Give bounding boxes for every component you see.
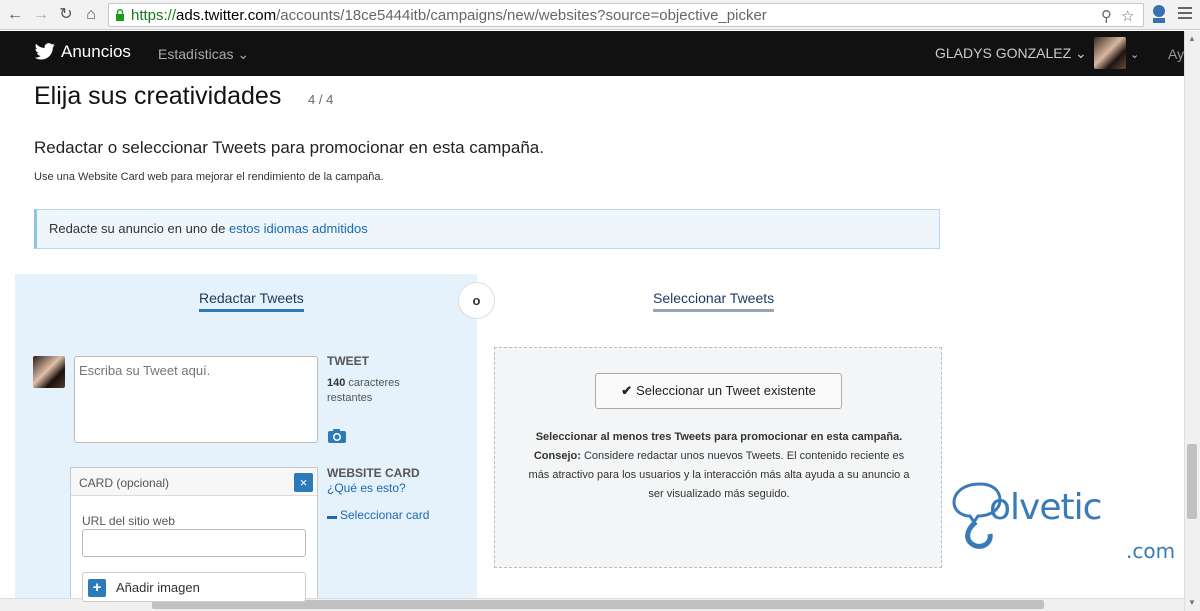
tab-compose-tweets[interactable]: Redactar Tweets — [199, 290, 304, 312]
user-menu[interactable]: GLADYS GONZALEZ ⌄ — [935, 45, 1087, 62]
page-subtitle: Redactar o seleccionar Tweets para promo… — [34, 138, 544, 157]
add-image-label: Añadir imagen — [116, 580, 200, 595]
avatar[interactable] — [1094, 37, 1126, 69]
card-header-label: CARD (opcional) — [79, 476, 170, 490]
watermark-text: olvetic — [989, 487, 1102, 528]
vertical-scrollbar[interactable] — [1184, 31, 1200, 611]
back-icon[interactable]: ← — [6, 6, 24, 24]
character-count: 140 caracteres restantes — [327, 377, 400, 404]
or-divider: o — [458, 282, 495, 319]
language-notice: Redacte su anuncio en uno de estos idiom… — [34, 209, 940, 249]
user-name: GLADYS GONZALEZ — [935, 45, 1072, 61]
tweet-input[interactable] — [74, 356, 318, 443]
card-icon: ▬ — [327, 511, 337, 522]
chevron-down-icon[interactable]: ⌄ — [1130, 48, 1139, 61]
chevron-down-icon: ⌄ — [1075, 45, 1087, 61]
stats-label: Estadísticas — [158, 46, 234, 62]
solvetic-watermark: olvetic .com — [950, 478, 1175, 568]
chevron-down-icon: ⌄ — [237, 46, 250, 62]
ads-navbar: Anuncios Estadísticas ⌄ GLADYS GONZALEZ … — [0, 31, 1184, 76]
reload-icon[interactable]: ↻ — [57, 6, 75, 24]
scroll-down-icon[interactable]: ▼ — [1188, 598, 1196, 607]
url-label: URL del sitio web — [82, 514, 175, 528]
brand-label: Anuncios — [61, 42, 131, 61]
zoom-icon[interactable]: ⚲ — [1101, 7, 1112, 25]
what-is-this-link[interactable]: ¿Qué es esto? — [327, 481, 406, 495]
step-indicator: 4 / 4 — [308, 92, 334, 107]
url-text: https://ads.twitter.com/accounts/18ce544… — [131, 7, 767, 24]
lock-icon — [116, 9, 124, 21]
website-card-label: WEBSITE CARD — [327, 466, 420, 480]
help-link[interactable]: Ay — [1168, 46, 1184, 62]
checkmark-icon: ✔ — [621, 383, 633, 398]
stats-menu[interactable]: Estadísticas ⌄ — [158, 46, 249, 63]
notice-text: Redacte su anuncio en uno de estos idiom… — [49, 221, 368, 236]
select-card-link[interactable]: ▬ Seleccionar card — [327, 508, 429, 522]
add-image-button[interactable]: + Añadir imagen — [82, 572, 306, 602]
close-icon[interactable]: × — [294, 473, 313, 492]
website-url-input[interactable] — [82, 529, 306, 557]
address-bar[interactable]: https://ads.twitter.com/accounts/18ce544… — [108, 3, 1144, 27]
page-title: Elija sus creatividades — [34, 82, 282, 110]
page-hint: Use una Website Card web para mejorar el… — [34, 171, 384, 183]
languages-link[interactable]: estos idiomas admitidos — [229, 221, 368, 236]
browser-menu-icon[interactable] — [1178, 7, 1192, 21]
plus-icon: + — [88, 579, 106, 597]
watermark-domain: .com — [1126, 539, 1176, 563]
forward-icon[interactable]: → — [32, 6, 50, 24]
extension-icon[interactable] — [1150, 3, 1168, 25]
scroll-up-icon[interactable]: ▲ — [1188, 34, 1196, 43]
tweet-label: TWEET — [327, 354, 369, 368]
select-existing-tweet-button[interactable]: ✔ Seleccionar un Tweet existente — [595, 373, 842, 409]
bookmark-star-icon[interactable]: ☆ — [1121, 7, 1134, 25]
select-description: Seleccionar al menos tres Tweets para pr… — [528, 431, 910, 500]
avatar — [33, 356, 65, 388]
home-icon[interactable]: ⌂ — [82, 6, 100, 24]
card-editor: CARD (opcional) × URL del sitio web + Añ… — [70, 467, 318, 602]
card-header: CARD (opcional) × — [71, 468, 317, 496]
scrollbar-thumb[interactable] — [1187, 444, 1197, 519]
select-tweets-panel: ✔ Seleccionar un Tweet existente Seleccio… — [494, 347, 942, 568]
tab-select-tweets[interactable]: Seleccionar Tweets — [653, 290, 775, 312]
browser-toolbar: ← → ↻ ⌂ https://ads.twitter.com/accounts… — [0, 0, 1200, 30]
camera-icon[interactable] — [327, 428, 347, 444]
twitter-bird-icon — [34, 43, 55, 60]
